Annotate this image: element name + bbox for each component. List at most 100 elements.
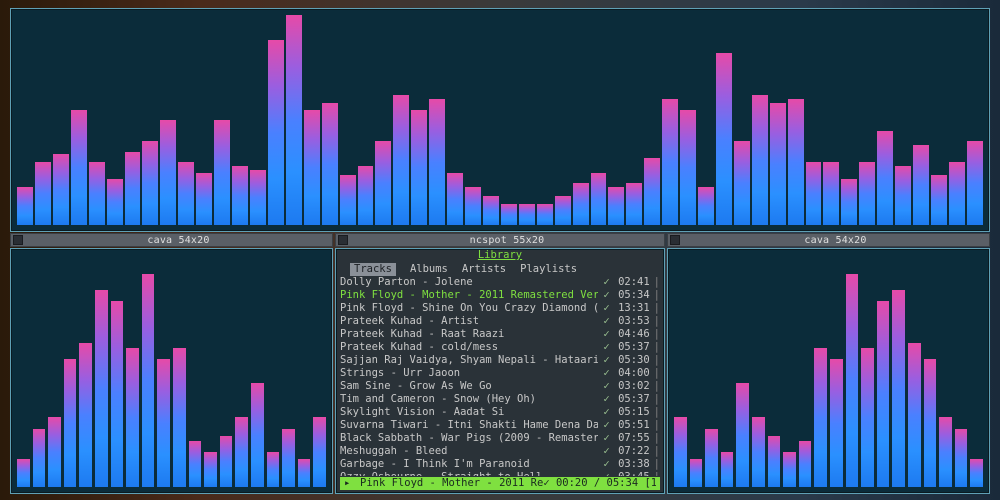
window-menu-icon[interactable] [338,235,348,245]
track-row[interactable]: Strings - Urr Jaoon✓ 04:00 | [340,367,660,380]
spectrum-bar [680,110,696,226]
visualizer-bottom-right-pane [667,248,990,494]
titlebar-left-text: cava 54x20 [25,235,332,246]
track-duration: ✓ 05:15 [598,406,654,419]
saved-icon: ✓ [603,393,616,405]
play-icon: ▸ [344,477,354,490]
track-duration: ✓ 07:55 [598,432,654,445]
spectrum-bar [232,166,248,225]
spectrum-bar [35,162,51,225]
track-title: Pink Floyd - Shine On You Crazy Diamond … [340,302,598,315]
track-title: Black Sabbath - War Pigs (2009 - Remaste… [340,432,598,445]
titlebar-left[interactable]: cava 54x20 [10,233,333,247]
track-row[interactable]: Meshuggah - Bleed✓ 07:22 | [340,445,660,458]
track-duration: ✓ 04:46 [598,328,654,341]
spectrum-bar [340,175,356,225]
track-row[interactable]: Tim and Cameron - Snow (Hey Oh)✓ 05:37 | [340,393,660,406]
spectrum-bar [555,196,571,225]
spectrum-bottom-left [17,255,326,487]
row-pipe: | [654,367,660,380]
spectrum-bar [142,274,155,487]
track-row[interactable]: Skylight Vision - Aadat Si✓ 05:15 | [340,406,660,419]
saved-icon: ✓ [603,341,616,353]
visualizer-top-pane [10,8,990,232]
track-row[interactable]: Prateek Kuhad - Raat Raazi✓ 04:46 | [340,328,660,341]
spectrum-bar [736,383,749,487]
spectrum-bar [157,359,170,487]
track-row[interactable]: Pink Floyd - Mother - 2011 Remastered Ve… [340,289,660,302]
row-pipe: | [654,380,660,393]
spectrum-bar [501,204,517,225]
tab-tracks[interactable]: Tracks [350,263,396,276]
spectrum-bar [846,274,859,487]
spectrum-bar [64,359,77,487]
spectrum-bar [608,187,624,225]
spectrum-bar [267,452,280,487]
spectrum-bar [178,162,194,225]
spectrum-bar [788,99,804,225]
visualizer-bottom-left-pane [10,248,333,494]
track-title: Strings - Urr Jaoon [340,367,598,380]
track-row[interactable]: Prateek Kuhad - cold/mess✓ 05:37 | [340,341,660,354]
titlebar-mid[interactable]: ncspot 55x20 [335,233,665,247]
ncspot-tabs: Tracks Albums Artists Playlists [336,262,664,276]
spectrum-bar [313,417,326,487]
spectrum-bar [286,15,302,225]
spectrum-bar [721,452,734,487]
track-title: Prateek Kuhad - Raat Raazi [340,328,598,341]
spectrum-bar [251,383,264,487]
tab-playlists[interactable]: Playlists [520,263,577,276]
spectrum-bar [752,95,768,225]
spectrum-bar [662,99,678,225]
row-pipe: | [654,445,660,458]
window-menu-icon[interactable] [670,235,680,245]
spectrum-bar [939,417,952,487]
track-title: Prateek Kuhad - cold/mess [340,341,598,354]
track-title: Pink Floyd - Mother - 2011 Remastered Ve… [340,289,598,302]
track-row[interactable]: Prateek Kuhad - Artist✓ 03:53 | [340,315,660,328]
spectrum-bar [823,162,839,225]
saved-icon: ✓ [603,354,616,366]
ncspot-pane[interactable]: Library Tracks Albums Artists Playlists Dol… [335,248,665,494]
track-row[interactable]: Sajjan Raj Vaidya, Shyam Nepali - Hataar… [340,354,660,367]
spectrum-bar [716,53,732,225]
saved-icon: ✓ [603,432,616,444]
spectrum-bar [924,359,937,487]
track-duration: ✓ 03:38 [598,458,654,471]
track-row[interactable]: Dolly Parton - Jolene✓ 02:41 | [340,276,660,289]
track-row[interactable]: Sam Sine - Grow As We Go✓ 03:02 | [340,380,660,393]
ncspot-track-list[interactable]: Dolly Parton - Jolene✓ 02:41 |Pink Floyd… [336,276,664,476]
spectrum-bar [519,204,535,225]
window-menu-icon[interactable] [13,235,23,245]
track-row[interactable]: Suvarna Tiwari - Itni Shakti Hame Dena D… [340,419,660,432]
saved-icon: ✓ [603,380,616,392]
row-pipe: | [654,458,660,471]
saved-icon: ✓ [603,471,616,476]
row-pipe: | [654,406,660,419]
track-row[interactable]: Garbage - I Think I'm Paranoid✓ 03:38 | [340,458,660,471]
track-row[interactable]: Ozzy Osbourne - Straight to Hell✓ 03:45 … [340,471,660,476]
titlebar-right[interactable]: cava 54x20 [667,233,990,247]
spectrum-bar [89,162,105,225]
spectrum-bar [322,103,338,225]
row-pipe: | [654,276,660,289]
spectrum-bar [142,141,158,225]
saved-icon: ✓ [603,445,616,457]
tab-artists[interactable]: Artists [462,263,506,276]
row-pipe: | [654,471,660,476]
saved-icon: ✓ [603,315,616,327]
spectrum-bar [126,348,139,487]
spectrum-bar [841,179,857,225]
spectrum-bar [393,95,409,225]
spectrum-bar [931,175,947,225]
track-row[interactable]: Pink Floyd - Shine On You Crazy Diamond … [340,302,660,315]
spectrum-bar [770,103,786,225]
track-row[interactable]: Black Sabbath - War Pigs (2009 - Remaste… [340,432,660,445]
now-playing-text: Pink Floyd - Mother - 2011 Re✓ 00:20 / 0… [360,477,656,490]
spectrum-bar [111,301,124,487]
spectrum-bar [53,154,69,225]
tab-albums[interactable]: Albums [410,263,448,276]
row-pipe: | [654,315,660,328]
spectrum-bar [644,158,660,225]
ncspot-header: Library [336,249,664,262]
